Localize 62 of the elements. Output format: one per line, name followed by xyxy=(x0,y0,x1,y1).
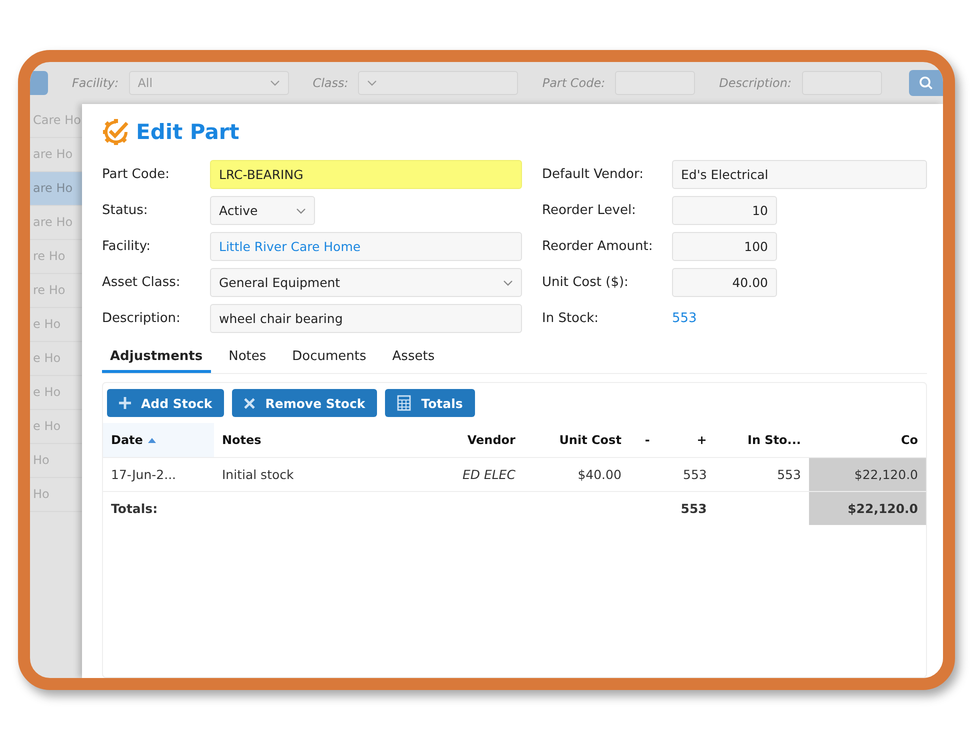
dialog-title: Edit Part xyxy=(136,120,240,144)
field-label: Reorder Amount: xyxy=(542,239,654,254)
chevron-icon xyxy=(367,80,378,86)
dropdown-field[interactable]: Active xyxy=(210,196,315,225)
field-label: Description: xyxy=(102,311,182,326)
column-header[interactable]: Date xyxy=(103,423,214,458)
tab[interactable]: Documents xyxy=(284,343,374,373)
filter-label: Description: xyxy=(719,76,792,90)
filter-label: Facility: xyxy=(72,76,119,90)
sort-ascending-icon xyxy=(148,438,156,442)
dropdown-field[interactable]: General Equipment xyxy=(210,268,522,297)
field-label: Part Code: xyxy=(102,167,170,182)
search-button[interactable] xyxy=(909,70,943,96)
table-cell: 553 xyxy=(777,467,801,482)
calculator-icon xyxy=(397,395,412,411)
input-field[interactable]: wheel chair bearing xyxy=(210,304,522,333)
stock-link[interactable]: 553 xyxy=(672,311,697,326)
column-header[interactable]: + xyxy=(658,423,715,458)
search-icon xyxy=(919,76,933,90)
tab[interactable]: Assets xyxy=(384,343,443,373)
total-cell: 553 xyxy=(680,501,707,516)
table-cell: $22,120.0 xyxy=(854,467,918,482)
plus-icon xyxy=(119,397,131,409)
field-label: Reorder Level: xyxy=(542,203,637,218)
input-field[interactable]: 10 xyxy=(672,196,777,225)
table-cell: 553 xyxy=(683,467,707,482)
input-field[interactable]: 40.00 xyxy=(672,268,777,297)
column-header[interactable]: - xyxy=(629,423,658,458)
tab[interactable]: Adjustments xyxy=(102,343,211,373)
column-header[interactable]: Unit Cost xyxy=(523,423,630,458)
side-button[interactable] xyxy=(30,71,48,95)
filter-label: Part Code: xyxy=(542,76,606,90)
filter-dropdown[interactable] xyxy=(358,71,518,95)
table-cell: $40.00 xyxy=(578,467,622,482)
total-cell: Totals: xyxy=(111,501,158,516)
total-cell: $22,120.0 xyxy=(848,501,918,516)
column-header[interactable]: Notes xyxy=(214,423,430,458)
table-cell: ED ELEC xyxy=(462,467,516,482)
field-label: Status: xyxy=(102,203,149,218)
field-label: In Stock: xyxy=(542,311,600,326)
action-button[interactable]: Add Stock xyxy=(107,389,224,417)
column-header[interactable]: In Sto... xyxy=(714,423,809,458)
action-button[interactable]: Remove Stock xyxy=(232,389,378,417)
input-field[interactable]: Ed's Electrical xyxy=(672,160,927,189)
input-field[interactable]: Little River Care Home xyxy=(210,232,522,261)
field-label: Facility: xyxy=(102,239,152,254)
close-icon xyxy=(244,398,256,408)
action-button[interactable]: Totals xyxy=(385,389,475,417)
table-cell: 17-Jun-2... xyxy=(111,467,176,482)
input-field[interactable]: 100 xyxy=(672,232,777,261)
field-label: Default Vendor: xyxy=(542,167,644,182)
chevron-icon xyxy=(296,208,306,214)
input-field[interactable]: LRC-BEARING xyxy=(210,160,522,189)
table-cell: Initial stock xyxy=(222,467,294,482)
tab[interactable]: Notes xyxy=(220,343,274,373)
gear-check-icon xyxy=(102,118,130,146)
filter-label: Class: xyxy=(312,76,348,90)
chevron-icon xyxy=(503,280,513,286)
field-label: Unit Cost ($): xyxy=(542,275,630,290)
field-label: Asset Class: xyxy=(102,275,182,290)
chevron-icon xyxy=(270,80,280,86)
column-header[interactable]: Vendor xyxy=(430,423,524,458)
